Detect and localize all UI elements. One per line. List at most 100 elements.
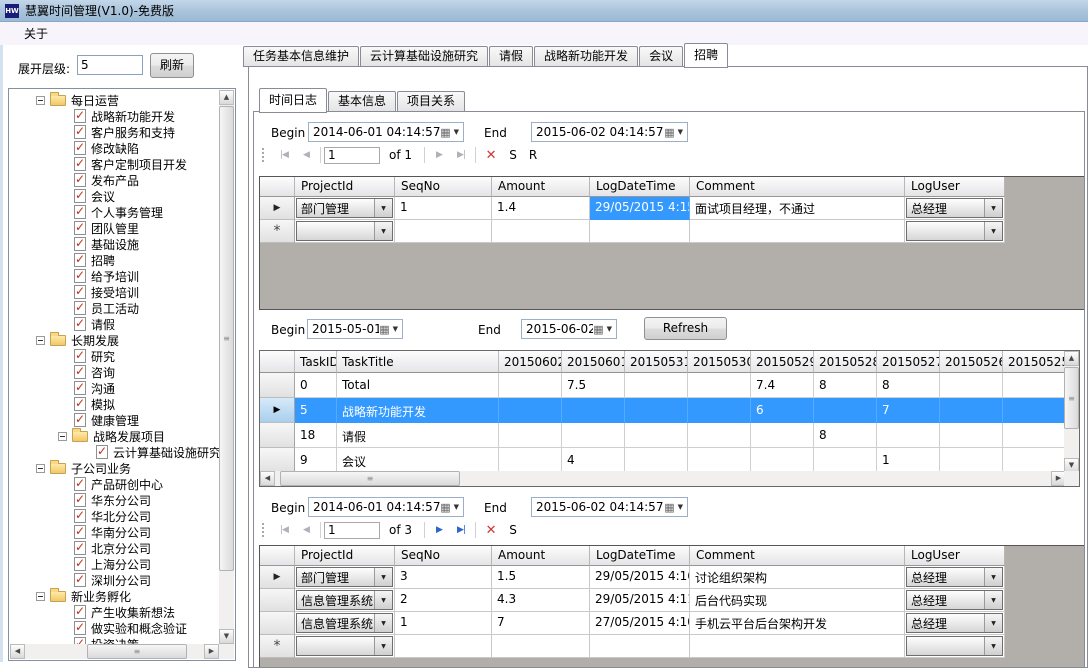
cell-seqno[interactable]: 1 [395,197,492,220]
cell[interactable] [877,423,940,448]
cell-logdatetime[interactable]: 29/05/2015 4:15... [590,197,690,220]
dropdown-arrow-icon[interactable]: ▼ [374,568,392,586]
cell[interactable]: 0 [295,373,337,398]
cell[interactable] [499,398,562,423]
column-header-loguser[interactable]: LogUser [905,177,1005,197]
dropdown-arrow-icon[interactable]: ▼ [984,614,1002,632]
refresh-button[interactable]: Refresh [644,317,727,340]
cell[interactable]: 8 [814,373,877,398]
column-header-logdatetime[interactable]: LogDateTime [590,177,690,197]
collapse-toggle-icon[interactable] [36,96,45,105]
tree-item[interactable]: 个人事务管理 [10,204,219,220]
dropdown-arrow-icon[interactable]: ▼ [984,637,1002,655]
column-header-loguser[interactable]: LogUser [905,546,1005,566]
tree-item[interactable]: 上海分公司 [10,556,219,572]
cell[interactable]: 7.5 [562,373,625,398]
column-header-20150602[interactable]: 20150602 [499,351,562,373]
tree-item[interactable]: 健康管理 [10,412,219,428]
cell[interactable]: 4 [562,448,625,473]
tree-item[interactable]: 咨询 [10,364,219,380]
cell[interactable]: 9 [295,448,337,473]
scroll-right-icon[interactable]: ▶ [204,644,219,659]
cell-logdatetime[interactable] [590,220,690,243]
dropdown-arrow-icon[interactable]: ▼ [984,591,1002,609]
nav-position-input[interactable] [324,147,380,164]
tree-item[interactable]: 沟通 [10,380,219,396]
cell[interactable] [688,398,751,423]
tree-folder[interactable]: 长期发展 [10,332,219,348]
row-header[interactable] [260,448,295,473]
tree-item[interactable]: 深圳分公司 [10,572,219,588]
dropdown-arrow-icon[interactable]: ▼ [984,222,1002,240]
cell[interactable] [940,448,1003,473]
combo-box[interactable]: 总经理▼ [906,590,1003,610]
cell[interactable] [625,373,688,398]
cell-loguser[interactable]: 总经理▼ [905,612,1005,635]
row-header[interactable]: ▶ [260,398,295,423]
tree-item[interactable]: 基础设施 [10,236,219,252]
column-header-amount[interactable]: Amount [492,546,590,566]
cell[interactable] [688,448,751,473]
dropdown-arrow-icon[interactable]: ▼ [678,503,683,511]
row-header[interactable] [260,423,295,448]
dropdown-arrow-icon[interactable]: ▼ [374,591,392,609]
cell[interactable] [688,373,751,398]
tree-item[interactable]: 做实验和概念验证 [10,620,219,636]
cell-comment[interactable]: 后台代码实现 [690,589,905,612]
nav-s-button[interactable]: S [503,148,523,162]
cell[interactable]: 8 [877,373,940,398]
cell-loguser[interactable]: 总经理▼ [905,589,1005,612]
combo-box[interactable]: 总经理▼ [906,198,1003,218]
cell[interactable]: Total [337,373,499,398]
combo-box[interactable]: 信息管理系统▼ [296,590,393,610]
nav-r-button[interactable]: R [523,148,543,162]
sub-tab-3[interactable]: 项目关系 [397,91,465,112]
nav-s-button[interactable]: S [503,523,523,537]
column-header-20150531[interactable]: 20150531 [625,351,688,373]
grid-new-row[interactable]: *▼▼ [260,220,1085,243]
cell-seqno[interactable]: 3 [395,566,492,589]
scrollbar-thumb[interactable]: ≡ [1064,367,1079,429]
end-datetime-picker[interactable]: 2015-06-02 04:14:57 ▦ ▼ [531,122,688,142]
tree-item[interactable]: 产品研创中心 [10,476,219,492]
nav-delete-button[interactable]: ✕ [479,148,503,163]
combo-box[interactable]: 信息管理系统▼ [296,613,393,633]
grid-new-row[interactable]: *▼▼ [260,635,1085,658]
tree-item[interactable]: 招聘 [10,252,219,268]
grid-row[interactable]: 9会议41 [260,448,1066,473]
collapse-toggle-icon[interactable] [58,432,67,441]
expand-level-input[interactable] [77,55,143,75]
grid-row[interactable]: ▶部门管理▼31.529/05/2015 4:16...讨论组织架构总经理▼ [260,566,1085,589]
cell-comment[interactable]: 讨论组织架构 [690,566,905,589]
tree-item[interactable]: 华南分公司 [10,524,219,540]
begin-datetime-picker[interactable]: 2014-06-01 04:14:57 ▦ ▼ [308,497,464,517]
cell-logdatetime[interactable]: 29/05/2015 4:11... [590,589,690,612]
row-header[interactable] [260,373,295,398]
column-header-20150525[interactable]: 20150525 [1003,351,1066,373]
scroll-up-icon[interactable]: ▲ [1064,351,1079,366]
collapse-toggle-icon[interactable] [36,336,45,345]
cell-projectid[interactable]: 信息管理系统▼ [295,589,395,612]
tree-folder[interactable]: 每日运营 [10,92,219,108]
cell[interactable] [1003,448,1066,473]
cell[interactable] [940,373,1003,398]
column-header-tasktitle[interactable]: TaskTitle [337,351,499,373]
cell[interactable]: 8 [814,423,877,448]
cell-amount[interactable]: 7 [492,612,590,635]
nav-first-button[interactable]: |◀ [273,150,295,160]
dropdown-arrow-icon[interactable]: ▼ [454,503,459,511]
pivot-vertical-scrollbar[interactable]: ▲ ≡ ▼ [1064,351,1079,473]
tree-folder[interactable]: 子公司业务 [10,460,219,476]
dropdown-arrow-icon[interactable]: ▼ [393,325,398,333]
dropdown-arrow-icon[interactable]: ▼ [374,614,392,632]
cell-loguser[interactable]: 总经理▼ [905,566,1005,589]
cell-projectid[interactable]: ▼ [295,220,395,243]
tree-item[interactable]: 华北分公司 [10,508,219,524]
scroll-up-icon[interactable]: ▲ [219,90,234,105]
cell[interactable]: 5 [295,398,337,423]
tree-item[interactable]: 北京分公司 [10,540,219,556]
pivot-begin-date-picker[interactable]: 2015-05-01 ▦ ▼ [307,319,403,339]
cell-comment[interactable]: 面试项目经理，不通过 [690,197,905,220]
grid-row[interactable]: 信息管理系统▼24.329/05/2015 4:11...后台代码实现总经理▼ [260,589,1085,612]
cell[interactable] [751,448,814,473]
